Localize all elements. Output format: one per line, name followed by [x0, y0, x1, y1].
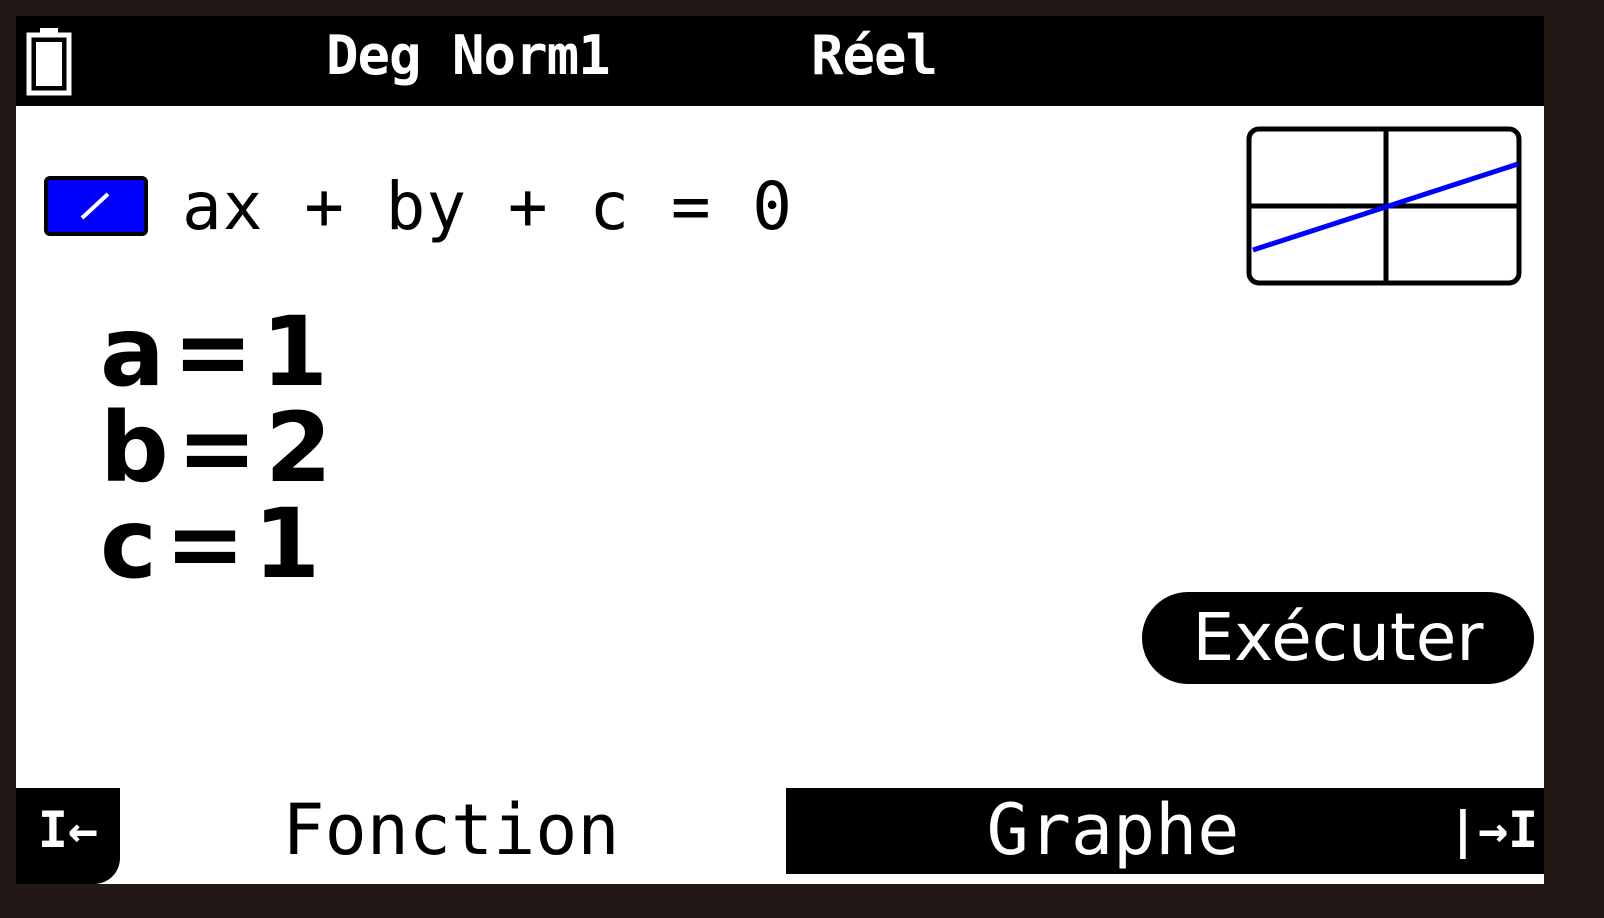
- line-type-icon: [44, 176, 148, 236]
- coefficient-list: a=1 b=2 c=1: [100, 304, 332, 592]
- execute-button[interactable]: Exécuter: [1142, 592, 1534, 684]
- bottom-tab-bar: I← Fonction Graphe |→I: [16, 788, 1544, 884]
- tab-graphe[interactable]: Graphe |→I: [786, 788, 1544, 874]
- next-tab-arrow-icon[interactable]: |→I: [1442, 788, 1544, 872]
- previous-tab-button[interactable]: I←: [16, 788, 120, 884]
- coefficient-a-row[interactable]: a=1: [100, 304, 332, 400]
- coefficient-value: 1: [253, 488, 321, 600]
- tab-fonction[interactable]: Fonction: [166, 788, 736, 872]
- calculator-screen: Deg Norm1 Réel ax + by + c = 0 a=1 b=2 c…: [10, 10, 1550, 890]
- equals-sign: =: [164, 488, 246, 600]
- angle-format-indicator: Deg Norm1: [326, 24, 611, 87]
- tab-graphe-label: Graphe: [986, 789, 1240, 871]
- coefficient-c-row[interactable]: c=1: [100, 496, 332, 592]
- complex-mode-indicator: Réel: [811, 24, 938, 87]
- battery-icon: [26, 28, 72, 96]
- coefficient-b-row[interactable]: b=2: [100, 400, 332, 496]
- equation-template: ax + by + c = 0: [182, 168, 794, 245]
- graph-preview-thumbnail: [1246, 126, 1522, 286]
- coefficient-name: c: [100, 488, 157, 600]
- status-bar: Deg Norm1 Réel: [16, 16, 1544, 106]
